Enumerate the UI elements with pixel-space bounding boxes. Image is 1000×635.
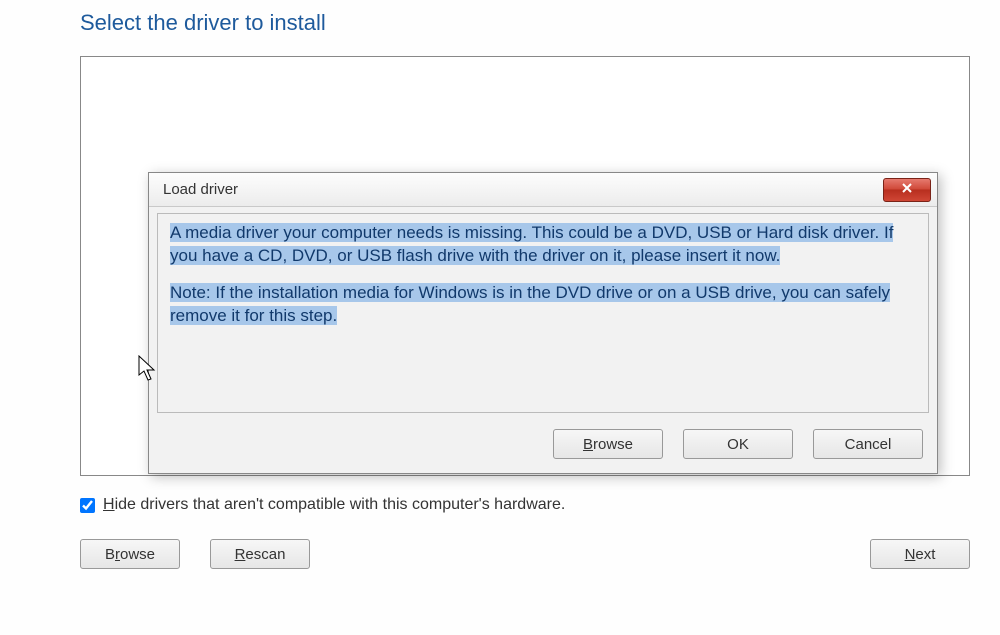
dialog-cancel-button[interactable]: Cancel (813, 429, 923, 459)
dialog-ok-button[interactable]: OK (683, 429, 793, 459)
browse-button[interactable]: Browse (80, 539, 180, 569)
hide-drivers-row: Hide drivers that aren't compatible with… (80, 496, 960, 514)
close-icon (901, 181, 913, 199)
rescan-button[interactable]: Rescan (210, 539, 310, 569)
dialog-title: Load driver (163, 181, 238, 198)
dialog-browse-button[interactable]: Browse (553, 429, 663, 459)
dialog-message-1: A media driver your computer needs is mi… (170, 222, 916, 268)
dialog-titlebar[interactable]: Load driver (149, 173, 937, 207)
hide-drivers-checkbox[interactable] (80, 498, 95, 513)
next-button[interactable]: Next (870, 539, 970, 569)
dialog-close-button[interactable] (883, 178, 931, 202)
dialog-message-2: Note: If the installation media for Wind… (170, 282, 916, 328)
load-driver-dialog: Load driver A media driver your computer… (148, 172, 938, 474)
hide-drivers-label: Hide drivers that aren't compatible with… (103, 496, 565, 514)
bottom-button-row: Browse Rescan Next (80, 539, 970, 569)
dialog-body: A media driver your computer needs is mi… (157, 213, 929, 413)
dialog-button-row: Browse OK Cancel (149, 421, 937, 473)
page-title: Select the driver to install (80, 10, 960, 36)
